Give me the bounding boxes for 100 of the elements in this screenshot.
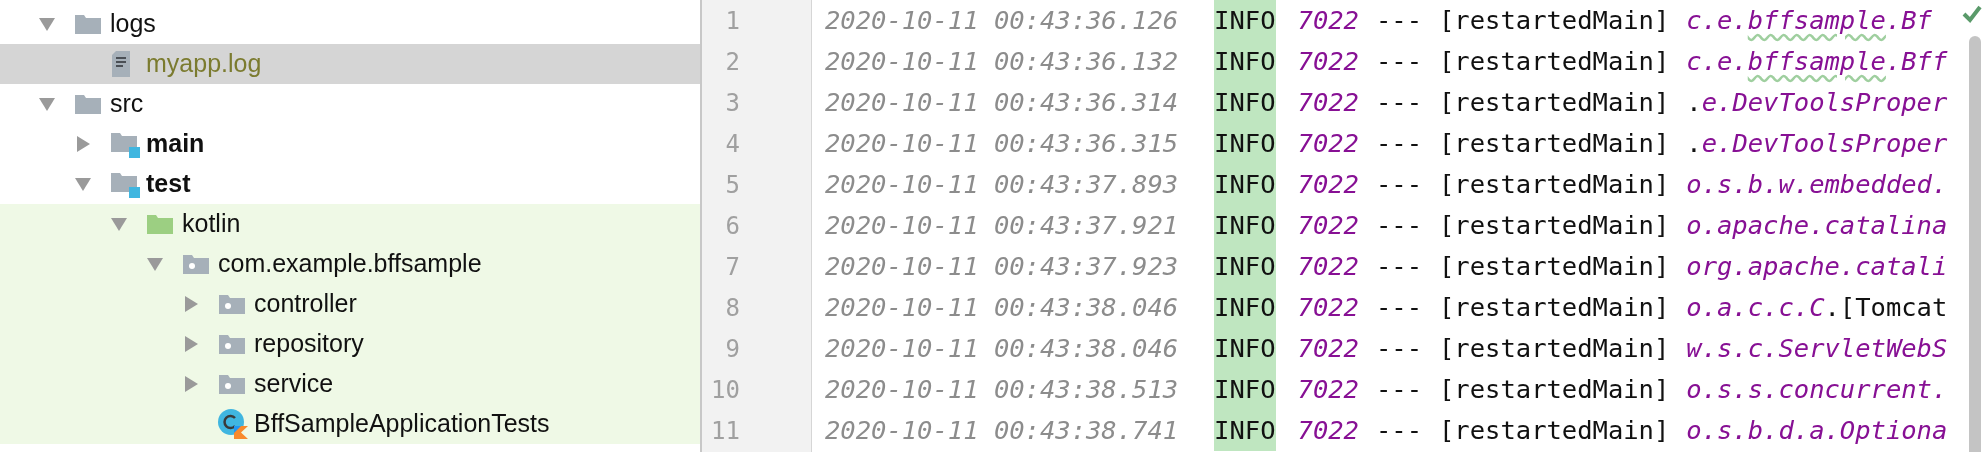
log-separator: --- — [1375, 373, 1422, 407]
collapse-arrow-icon[interactable] — [38, 95, 56, 113]
tree-item-label: main — [146, 128, 205, 160]
log-level: INFO — [1214, 164, 1276, 205]
log-timestamp: 2020-10-11 00:43:36.132 — [825, 45, 1179, 79]
log-pid: 7022 — [1297, 209, 1359, 243]
line-number: 9 — [725, 333, 740, 365]
log-logger: o.a.c.c.C.[Tomcat — [1686, 291, 1948, 325]
log-logger: o.s.b.d.a.Optiona — [1686, 414, 1948, 448]
tree-item-label: service — [254, 368, 334, 400]
package-icon — [218, 372, 246, 396]
tree-item-label: myapp.log — [146, 48, 262, 80]
log-separator: --- — [1375, 127, 1422, 161]
check-icon[interactable] — [1962, 4, 1982, 24]
log-level: INFO — [1214, 123, 1276, 164]
tree-row[interactable]: com.example.bffsample — [0, 244, 700, 284]
tree-item-label: BffSampleApplicationTests — [254, 408, 550, 440]
line-number: 11 — [711, 415, 740, 447]
line-number: 4 — [725, 128, 740, 160]
log-thread: [restartedMain] — [1439, 45, 1670, 79]
log-logger: .e.DevToolsProper — [1686, 127, 1948, 161]
tree-row[interactable]: controller — [0, 284, 700, 324]
log-thread: [restartedMain] — [1439, 168, 1670, 202]
module-folder-icon — [110, 130, 140, 158]
line-number: 6 — [725, 210, 740, 242]
collapse-arrow-icon[interactable] — [38, 15, 56, 33]
log-logger: org.apache.catali — [1686, 250, 1948, 284]
line-number: 2 — [725, 46, 740, 78]
log-thread: [restartedMain] — [1439, 332, 1670, 366]
log-timestamp: 2020-10-11 00:43:38.046 — [825, 291, 1179, 325]
log-timestamp: 2020-10-11 00:43:36.126 — [825, 4, 1179, 38]
tree-row[interactable]: service — [0, 364, 700, 404]
log-thread: [restartedMain] — [1439, 209, 1670, 243]
expand-arrow-icon[interactable] — [74, 135, 92, 153]
line-number: 10 — [711, 374, 740, 406]
scrollbar[interactable] — [1969, 36, 1981, 452]
log-pid: 7022 — [1297, 250, 1359, 284]
log-separator: --- — [1375, 250, 1422, 284]
line-number: 3 — [725, 87, 740, 119]
line-number: 5 — [725, 169, 740, 201]
log-logger: o.apache.catalina — [1686, 209, 1948, 243]
expand-arrow-icon[interactable] — [182, 295, 200, 313]
log-separator: --- — [1375, 4, 1422, 38]
log-logger: c.e.bffsample.Bff — [1686, 45, 1948, 79]
package-icon — [182, 252, 210, 276]
tree-item-label: test — [146, 168, 191, 200]
tree-item-label: src — [110, 88, 144, 120]
log-thread: [restartedMain] — [1439, 86, 1670, 120]
line-number: 1 — [725, 5, 740, 37]
log-logger: o.s.s.concurrent. — [1686, 373, 1948, 407]
log-separator: --- — [1375, 86, 1422, 120]
tree-row[interactable]: kotlin — [0, 204, 700, 244]
package-icon — [218, 332, 246, 356]
log-thread: [restartedMain] — [1439, 373, 1670, 407]
tree-item-label: controller — [254, 288, 357, 320]
tree-item-label: repository — [254, 328, 364, 360]
folder-icon — [74, 92, 102, 116]
tree-row[interactable]: BffSampleApplicationTests — [0, 404, 700, 444]
expand-arrow-icon[interactable] — [182, 375, 200, 393]
collapse-arrow-icon[interactable] — [74, 175, 92, 193]
log-thread: [restartedMain] — [1439, 250, 1670, 284]
folder-icon — [74, 12, 102, 36]
collapse-arrow-icon[interactable] — [146, 255, 164, 273]
text-file-icon — [110, 50, 132, 78]
collapse-arrow-icon[interactable] — [110, 215, 128, 233]
log-thread: [restartedMain] — [1439, 291, 1670, 325]
log-logger: w.s.c.ServletWebS — [1686, 332, 1948, 366]
module-folder-icon — [110, 170, 140, 198]
log-level: INFO — [1214, 328, 1276, 369]
log-pid: 7022 — [1297, 86, 1359, 120]
tree-item-label: com.example.bffsample — [218, 248, 482, 280]
log-level: INFO — [1214, 410, 1276, 451]
log-pid: 7022 — [1297, 291, 1359, 325]
log-logger: c.e.bffsample.Bf — [1686, 4, 1932, 38]
log-level: INFO — [1214, 246, 1276, 287]
kotlin-class-icon — [218, 409, 248, 439]
log-pid: 7022 — [1297, 45, 1359, 79]
log-level: INFO — [1214, 287, 1276, 328]
log-timestamp: 2020-10-11 00:43:36.315 — [825, 127, 1179, 161]
tree-item-label: logs — [110, 8, 156, 40]
tree-item-label: kotlin — [182, 208, 241, 240]
log-level: INFO — [1214, 41, 1276, 82]
package-icon — [218, 292, 246, 316]
log-pid: 7022 — [1297, 332, 1359, 366]
log-level: INFO — [1214, 0, 1276, 41]
log-pid: 7022 — [1297, 373, 1359, 407]
log-separator: --- — [1375, 291, 1422, 325]
log-timestamp: 2020-10-11 00:43:37.921 — [825, 209, 1179, 243]
tree-row[interactable]: repository — [0, 324, 700, 364]
log-timestamp: 2020-10-11 00:43:38.741 — [825, 414, 1179, 448]
log-logger: o.s.b.w.embedded. — [1686, 168, 1948, 202]
log-thread: [restartedMain] — [1439, 414, 1670, 448]
log-timestamp: 2020-10-11 00:43:37.893 — [825, 168, 1179, 202]
log-level: INFO — [1214, 205, 1276, 246]
log-pid: 7022 — [1297, 414, 1359, 448]
log-level: INFO — [1214, 369, 1276, 410]
line-number: 8 — [725, 292, 740, 324]
log-timestamp: 2020-10-11 00:43:37.923 — [825, 250, 1179, 284]
expand-arrow-icon[interactable] — [182, 335, 200, 353]
log-timestamp: 2020-10-11 00:43:38.513 — [825, 373, 1179, 407]
